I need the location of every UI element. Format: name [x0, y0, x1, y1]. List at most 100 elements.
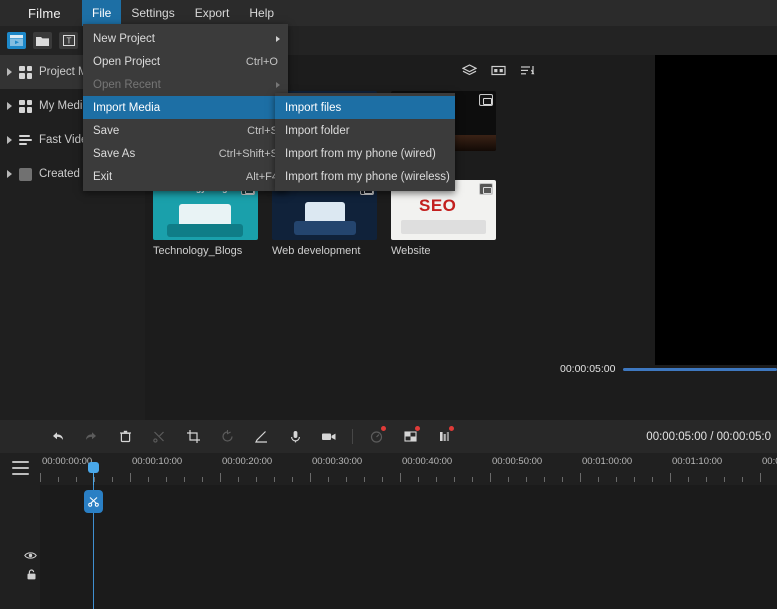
- preview-seek-bar[interactable]: 00:00:05:00: [555, 356, 777, 382]
- film-track-icon: [5, 559, 18, 572]
- ruler-tick-minor: [562, 477, 563, 482]
- split-icon[interactable]: [142, 420, 176, 453]
- ruler-label: 00:00:00:00: [42, 456, 93, 467]
- submenu-item-import-folder[interactable]: Import folder: [275, 119, 455, 142]
- title-bar: Filme File Settings Export Help: [0, 0, 777, 26]
- ruler-tick-minor: [76, 477, 77, 482]
- audio-mix-icon[interactable]: [427, 420, 461, 453]
- preview-progress-track[interactable]: [623, 367, 777, 371]
- preview-timecode: 00:00:05:00: [560, 363, 616, 375]
- sidebar-item-label: Created: [39, 168, 80, 180]
- ruler-tick-major: [580, 473, 581, 482]
- submenu-item-import-files[interactable]: Import files: [275, 96, 455, 119]
- menu-help[interactable]: Help: [239, 0, 284, 26]
- files-icon[interactable]: [33, 32, 52, 49]
- menu-item-import-media[interactable]: Import Media: [83, 96, 288, 119]
- ruler-tick-minor: [58, 477, 59, 482]
- delete-icon[interactable]: [108, 420, 142, 453]
- microphone-icon[interactable]: [278, 420, 312, 453]
- ruler-tick-minor: [94, 477, 95, 482]
- menu-item-save[interactable]: Save Ctrl+S: [83, 119, 288, 142]
- menu-item-label: Import Media: [93, 101, 161, 114]
- file-dropdown-menu: New Project Open Project Ctrl+O Open Rec…: [83, 24, 288, 191]
- ruler-tick-minor: [652, 477, 653, 482]
- preview-panel: 00:00:05:00: [555, 55, 777, 420]
- media-library-icon[interactable]: [7, 32, 26, 49]
- ruler-tick-major: [400, 473, 401, 482]
- ruler-tick-minor: [202, 477, 203, 482]
- top-strip-right: [555, 26, 777, 55]
- playhead-handle[interactable]: [88, 462, 99, 473]
- ruler-label: 00:00:50:00: [492, 456, 543, 467]
- notification-badge: [415, 426, 420, 431]
- app-logo: Filme: [0, 6, 82, 21]
- menu-file[interactable]: File: [82, 0, 122, 26]
- ruler-tick-minor: [256, 477, 257, 482]
- menu-item-save-as[interactable]: Save As Ctrl+Shift+S: [83, 142, 288, 165]
- menu-item-label: Save As: [93, 147, 136, 160]
- media-item-label: Technology_Blogs: [153, 245, 243, 257]
- menu-item-new-project[interactable]: New Project: [83, 27, 288, 50]
- text-icon[interactable]: T: [59, 32, 78, 49]
- svg-text:T: T: [66, 37, 71, 46]
- image-badge-icon: [479, 94, 493, 106]
- menu-item-open-project[interactable]: Open Project Ctrl+O: [83, 50, 288, 73]
- layers-icon[interactable]: [462, 63, 477, 78]
- ruler-label: 00:00:20:00: [222, 456, 273, 467]
- chevron-right-icon: [7, 170, 12, 178]
- edit-icon[interactable]: [244, 420, 278, 453]
- submenu-item-import-phone-wireless[interactable]: Import from my phone (wireless): [275, 165, 455, 188]
- camera-icon[interactable]: [312, 420, 346, 453]
- ruler-tick-major: [130, 473, 131, 482]
- crop-icon[interactable]: [176, 420, 210, 453]
- lock-icon[interactable]: [26, 569, 37, 580]
- menu-bar: File Settings Export Help: [82, 0, 284, 26]
- video-preview-surface[interactable]: [655, 55, 777, 365]
- ruler-tick-major: [760, 473, 761, 482]
- filme-video-editor-window: Filme File Settings Export Help T Projec…: [0, 0, 777, 609]
- media-item-website[interactable]: SEO Website: [391, 180, 496, 257]
- rotate-icon[interactable]: [210, 420, 244, 453]
- menu-item-shortcut: Ctrl+Shift+S: [218, 147, 278, 160]
- menu-item-shortcut: Alt+F4: [245, 170, 278, 183]
- media-item-overlay-text: SEO: [419, 196, 457, 215]
- ruler-tick-minor: [382, 477, 383, 482]
- import-media-submenu: Import files Import folder Import from m…: [275, 93, 455, 191]
- mosaic-icon[interactable]: [393, 420, 427, 453]
- ruler-label: 00:00:10:00: [132, 456, 183, 467]
- menu-settings[interactable]: Settings: [121, 0, 184, 26]
- ruler-label: 00:0: [762, 456, 777, 467]
- ruler-tick-minor: [544, 477, 545, 482]
- ruler-scale[interactable]: 00:00:00:00 00:00:10:00 00:00:20:00 00:0…: [40, 453, 777, 485]
- ruler-tick-minor: [454, 477, 455, 482]
- submenu-item-import-phone-wired[interactable]: Import from my phone (wired): [275, 142, 455, 165]
- menu-item-open-recent: Open Recent: [83, 73, 288, 96]
- ruler-tick-major: [310, 473, 311, 482]
- fast-video-icon: [19, 134, 32, 147]
- hamburger-icon[interactable]: [12, 461, 29, 475]
- ruler-tick-minor: [688, 477, 689, 482]
- redo-icon[interactable]: [74, 420, 108, 453]
- timeline-timecode: 00:00:05:00 / 00:00:05:0: [646, 430, 771, 443]
- ruler-tick-minor: [526, 477, 527, 482]
- ruler-tick-minor: [346, 477, 347, 482]
- sidebar-item-label: Fast Vide: [39, 134, 88, 146]
- scissors-icon[interactable]: [84, 490, 103, 513]
- timeline-ruler: 00:00:00:00 00:00:10:00 00:00:20:00 00:0…: [0, 453, 777, 485]
- menu-item-exit[interactable]: Exit Alt+F4: [83, 165, 288, 188]
- media-item-technology-blogs[interactable]: Technology Blogs Technology_Blogs: [153, 180, 258, 257]
- menu-item-shortcut: Ctrl+S: [247, 124, 278, 137]
- chevron-right-icon: [7, 102, 12, 110]
- undo-icon[interactable]: [40, 420, 74, 453]
- notification-badge: [381, 426, 386, 431]
- ruler-label: 00:00:40:00: [402, 456, 453, 467]
- media-item-web-development[interactable]: Web development: [272, 180, 377, 257]
- ruler-tick-minor: [292, 477, 293, 482]
- speed-icon[interactable]: [359, 420, 393, 453]
- menu-item-label: Open Project: [93, 55, 161, 68]
- grid-view-icon[interactable]: [491, 63, 506, 78]
- menu-export[interactable]: Export: [185, 0, 240, 26]
- sort-icon[interactable]: [520, 63, 535, 78]
- ruler-tick-minor: [436, 477, 437, 482]
- eye-icon[interactable]: [24, 551, 37, 560]
